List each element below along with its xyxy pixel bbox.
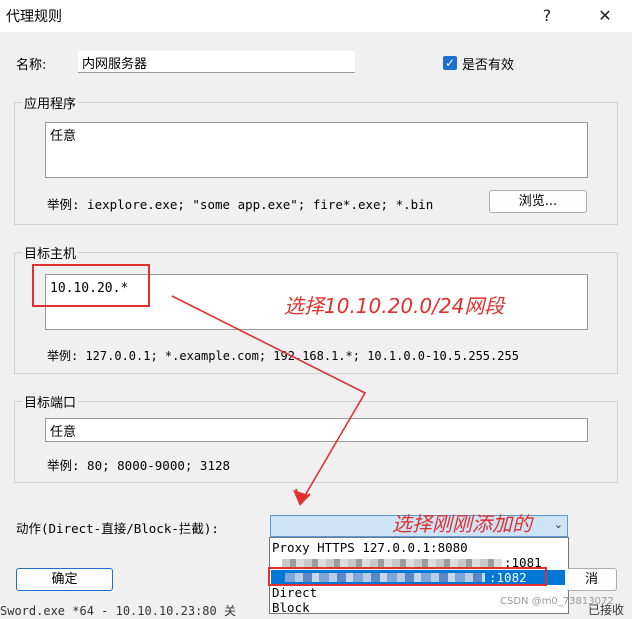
annotation-arrow <box>171 295 367 506</box>
